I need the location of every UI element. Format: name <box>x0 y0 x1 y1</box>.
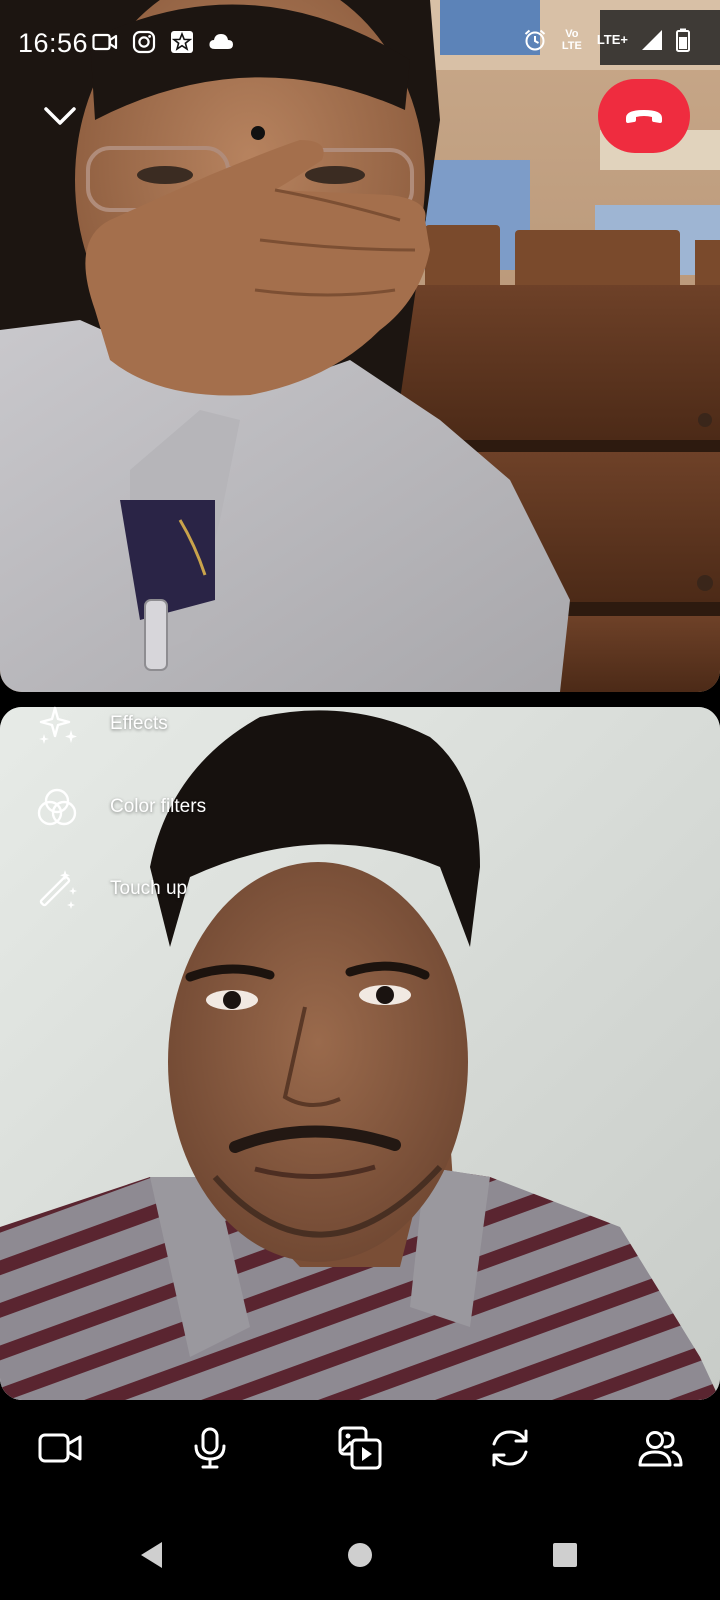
color-filters-icon <box>32 782 82 832</box>
minimize-call-button[interactable] <box>36 96 84 136</box>
flip-camera-icon <box>492 1429 528 1467</box>
back-triangle-icon <box>141 1542 162 1568</box>
touch-up-option[interactable]: Touch up <box>32 861 187 917</box>
share-media-button[interactable] <box>330 1418 390 1478</box>
effects-label: Effects <box>110 713 168 734</box>
phone-hangup-icon <box>626 110 662 123</box>
touch-up-label: Touch up <box>110 878 188 899</box>
flip-camera-button[interactable] <box>480 1418 540 1478</box>
nav-home-button[interactable] <box>335 1530 385 1580</box>
color-filters-label: Color filters <box>110 796 207 817</box>
instagram-icon <box>132 30 156 54</box>
nav-back-button[interactable] <box>127 1530 177 1580</box>
magic-wand-icon <box>32 864 82 914</box>
lte-plus-icon: LTE+ <box>596 32 628 47</box>
participants-button[interactable] <box>630 1418 690 1478</box>
sparkles-icon <box>32 699 82 749</box>
star-app-icon <box>170 30 194 54</box>
alarm-icon <box>523 28 547 52</box>
end-call-button[interactable] <box>598 79 690 153</box>
call-controls-bar <box>0 1400 720 1510</box>
toggle-camera-button[interactable] <box>30 1418 90 1478</box>
nav-recents-button[interactable] <box>540 1530 590 1580</box>
cloud-icon <box>208 33 234 51</box>
status-time: 16:56 <box>18 28 89 58</box>
local-video-preview[interactable] <box>0 707 720 1400</box>
video-recorder-icon <box>92 32 118 52</box>
signal-icon <box>640 28 664 52</box>
volte-icon: Vo LTE <box>561 28 582 52</box>
media-share-icon <box>338 1426 382 1470</box>
participants-icon <box>638 1431 683 1467</box>
home-circle-icon <box>348 1543 372 1567</box>
local-video-image <box>0 707 720 1400</box>
status-bar: 16:56 Vo LTE LTE+ <box>0 0 720 84</box>
microphone-icon <box>194 1427 226 1469</box>
video-call-screen: 16:56 Vo LTE LTE+ Effects Color filters … <box>0 0 720 1600</box>
effects-option[interactable]: Effects <box>32 696 168 752</box>
color-filters-option[interactable]: Color filters <box>32 779 206 835</box>
video-camera-icon <box>38 1433 82 1463</box>
battery-icon <box>676 28 690 52</box>
navigation-bar <box>0 1510 720 1600</box>
recents-square-icon <box>553 1543 577 1567</box>
toggle-microphone-button[interactable] <box>180 1418 240 1478</box>
chevron-down-icon <box>44 107 76 125</box>
